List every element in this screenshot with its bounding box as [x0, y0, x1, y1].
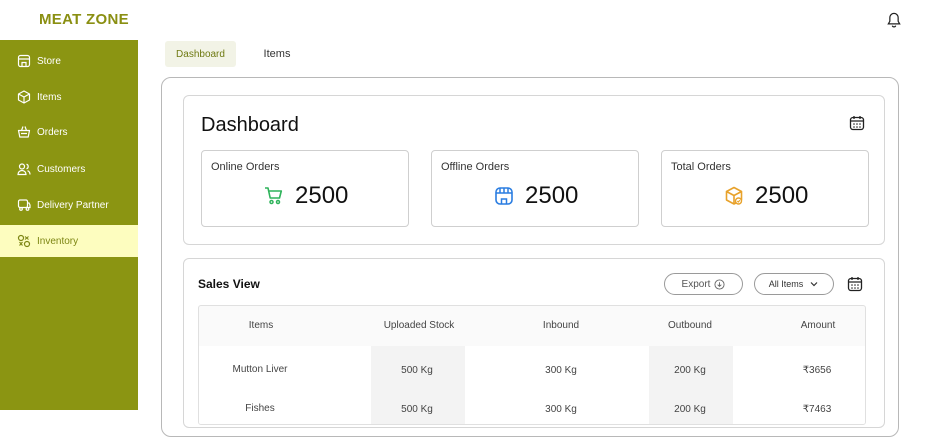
- page-title: Dashboard: [201, 114, 299, 136]
- store-icon: [17, 54, 31, 68]
- section-title: Sales View: [198, 277, 260, 291]
- brand-logo: MEAT ZONE: [39, 11, 129, 28]
- table-cell: 500 Kg: [401, 365, 433, 376]
- calendar-icon[interactable]: [849, 115, 865, 131]
- sidebar-item-items[interactable]: Items: [0, 81, 138, 113]
- table-cell: 300 Kg: [545, 365, 577, 376]
- table-header-outbound: Outbound: [668, 320, 712, 331]
- stat-label: Online Orders: [211, 161, 280, 173]
- shop-icon: [495, 187, 513, 205]
- stat-card-total-orders: Total Orders 2500: [661, 150, 869, 227]
- table-header-uploaded-stock: Uploaded Stock: [383, 320, 455, 331]
- items-filter-select[interactable]: All Items: [754, 273, 834, 295]
- truck-icon: [17, 199, 31, 211]
- stat-value: 2500: [295, 182, 349, 209]
- inventory-icon: [17, 234, 31, 248]
- export-label: Export: [681, 278, 711, 290]
- sales-table: Items Uploaded Stock Inbound Outbound Am…: [198, 305, 866, 425]
- stat-label: Total Orders: [671, 161, 731, 173]
- table-header-inbound: Inbound: [542, 320, 580, 331]
- sidebar: Store Items Orders Customers Delivery Pa…: [0, 40, 138, 410]
- download-icon: [714, 278, 725, 290]
- users-icon: [17, 163, 31, 176]
- table-header-amount: Amount: [800, 320, 836, 331]
- table-cell: Fishes: [245, 403, 275, 414]
- sidebar-item-inventory[interactable]: Inventory: [0, 225, 138, 257]
- sidebar-item-label: Delivery Partner: [37, 199, 109, 211]
- sidebar-item-delivery-partner[interactable]: Delivery Partner: [0, 189, 138, 221]
- sidebar-item-store[interactable]: Store: [0, 45, 138, 77]
- calendar-icon[interactable]: [847, 276, 863, 292]
- stat-label: Offline Orders: [441, 161, 510, 173]
- filter-label: All Items: [768, 279, 804, 289]
- basket-icon: [17, 126, 31, 138]
- table-cell: 200 Kg: [674, 365, 706, 376]
- top-bar: MEAT ZONE: [0, 0, 929, 40]
- table-cell: Mutton Liver: [232, 364, 288, 375]
- sidebar-item-customers[interactable]: Customers: [0, 153, 138, 185]
- sidebar-item-label: Items: [37, 91, 62, 103]
- sidebar-item-label: Store: [37, 55, 61, 67]
- sidebar-item-label: Orders: [37, 126, 68, 138]
- tab-items[interactable]: Items: [248, 41, 306, 67]
- tab-dashboard[interactable]: Dashboard: [165, 41, 236, 67]
- sidebar-item-label: Inventory: [37, 235, 79, 247]
- stat-card-offline-orders: Offline Orders 2500: [431, 150, 639, 227]
- table-header-items: Items: [248, 320, 274, 331]
- stat-value: 2500: [755, 182, 809, 209]
- sidebar-item-orders[interactable]: Orders: [0, 116, 138, 148]
- sidebar-item-label: Customers: [37, 163, 86, 175]
- bell-icon[interactable]: [886, 12, 902, 29]
- table-cell: ₹3656: [802, 365, 832, 376]
- chevron-down-icon: [810, 282, 818, 287]
- export-button[interactable]: Export: [664, 273, 743, 295]
- stat-card-online-orders: Online Orders 2500: [201, 150, 409, 227]
- box-icon: [17, 90, 31, 104]
- cart-icon: [265, 187, 283, 205]
- stat-value: 2500: [525, 182, 579, 209]
- package-icon: [725, 186, 743, 205]
